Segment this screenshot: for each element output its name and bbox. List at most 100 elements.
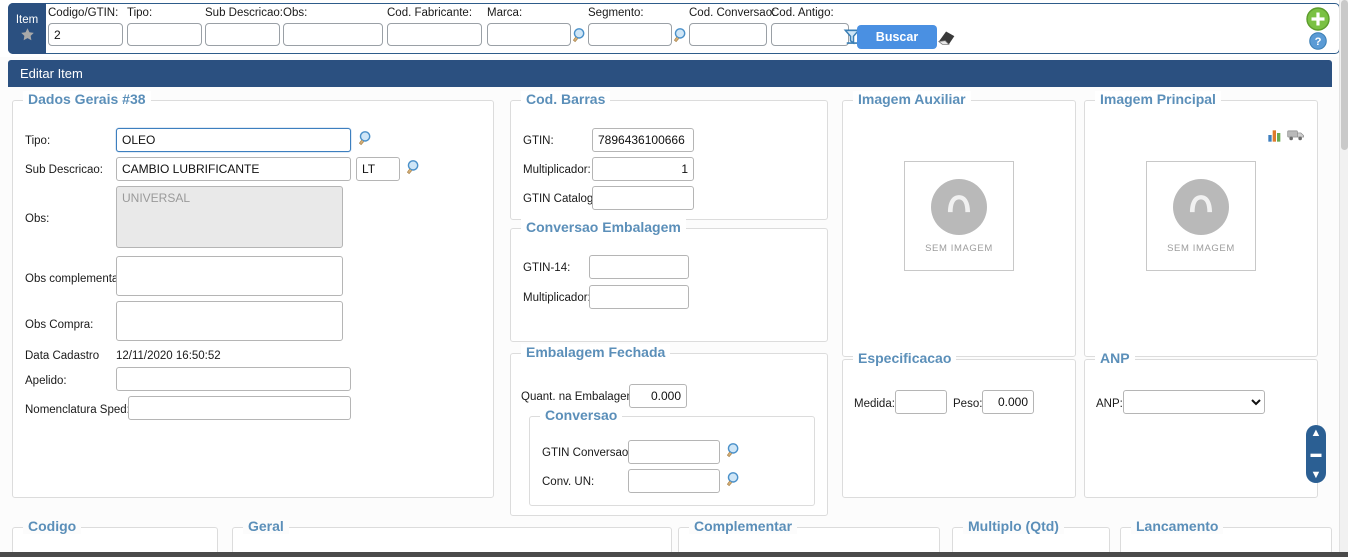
medida-input[interactable] bbox=[895, 390, 947, 414]
obs-textarea[interactable] bbox=[116, 186, 343, 248]
sub-descricao-label: Sub Descricao: bbox=[25, 164, 103, 176]
obs-compra-label: Obs Compra: bbox=[25, 319, 94, 331]
toolbar-field-cod-fabricante: Cod. Fabricante: bbox=[387, 6, 482, 46]
tipo-label: Tipo: bbox=[25, 135, 51, 147]
imagem-auxiliar-placeholder[interactable]: SEM IMAGEM bbox=[904, 161, 1014, 271]
toolbar-label-cod-fabricante: Cod. Fabricante: bbox=[387, 7, 473, 19]
tipo-search-icon[interactable] bbox=[358, 130, 375, 147]
conversao-embalagem-legend: Conversao Embalagem bbox=[521, 219, 686, 235]
cod-barras-panel: Cod. Barras GTIN: Multiplicador: GTIN Ca… bbox=[510, 91, 828, 220]
gtin-input[interactable] bbox=[592, 128, 694, 152]
truck-icon[interactable] bbox=[1287, 127, 1305, 143]
bottom-legend-multiplo: Multiplo (Qtd) bbox=[963, 518, 1064, 534]
item-tab-label: Item bbox=[15, 13, 39, 26]
obs-complementar-textarea[interactable] bbox=[116, 256, 343, 296]
no-image-caption: SEM IMAGEM bbox=[1167, 242, 1235, 254]
chevron-up-icon[interactable]: ▲ bbox=[1311, 428, 1322, 439]
toolbar-field-obs: Obs: bbox=[283, 6, 383, 46]
scroll-widget[interactable]: ▲ ▬ ▼ bbox=[1306, 425, 1326, 483]
help-question-icon[interactable]: ? bbox=[1309, 32, 1327, 50]
toolbar-label-cod-antigo: Cod. Antigo: bbox=[771, 7, 834, 19]
toolbar-field-tipo: Tipo: bbox=[127, 6, 202, 46]
bar-chart-icon[interactable] bbox=[1267, 127, 1283, 143]
toolbar-label-segmento: Segmento: bbox=[588, 7, 644, 19]
conversao-subpanel: Conversao GTIN Conversao: Conv. UN: bbox=[529, 407, 815, 506]
conv-un-input[interactable] bbox=[628, 469, 720, 493]
toolbar-input-sub-descricao[interactable] bbox=[205, 23, 280, 46]
bottom-legend-codigo: Codigo bbox=[23, 518, 82, 534]
imagem-principal-panel: Imagem Principal SEM IMAGEM bbox=[1084, 91, 1318, 357]
anp-label: ANP: bbox=[1096, 398, 1123, 410]
imagem-principal-placeholder[interactable]: SEM IMAGEM bbox=[1146, 161, 1256, 271]
sub-descricao-input[interactable] bbox=[116, 157, 351, 181]
conv-multiplicador-input[interactable] bbox=[589, 285, 689, 309]
anp-select[interactable] bbox=[1123, 390, 1265, 414]
toolbar-field-cod-conversao: Cod. Conversao: bbox=[689, 6, 775, 46]
anp-panel: ANP ANP: bbox=[1084, 350, 1318, 498]
toolbar-label-tipo: Tipo: bbox=[127, 7, 153, 19]
anp-legend: ANP bbox=[1095, 350, 1135, 366]
minus-icon[interactable]: ▬ bbox=[1311, 449, 1322, 460]
apelido-label: Apelido: bbox=[25, 375, 67, 387]
unidade-search-icon[interactable] bbox=[406, 159, 423, 176]
search-toolbar: Item Codigo/GTIN: Tipo: Sub Descricao: O… bbox=[0, 0, 1348, 57]
toolbar-input-cod-conversao[interactable] bbox=[689, 23, 767, 46]
gtin-conversao-search-icon[interactable] bbox=[726, 442, 743, 459]
cod-barras-legend: Cod. Barras bbox=[521, 91, 611, 107]
toolbar-label-obs: Obs: bbox=[283, 7, 308, 19]
segmento-search-icon[interactable] bbox=[673, 27, 690, 44]
item-tab[interactable]: Item bbox=[8, 3, 46, 54]
unidade-input[interactable] bbox=[356, 157, 400, 181]
toolbar-input-tipo[interactable] bbox=[127, 23, 202, 46]
tipo-input[interactable] bbox=[116, 128, 351, 152]
window-bottom-edge bbox=[0, 552, 1348, 557]
gtin14-input[interactable] bbox=[589, 255, 689, 279]
toolbar-input-codigo-gtin[interactable] bbox=[48, 23, 123, 46]
dados-gerais-panel: Dados Gerais #38 Tipo: Sub Descricao: Ob… bbox=[12, 91, 494, 498]
add-plus-icon[interactable] bbox=[1306, 7, 1330, 31]
item-edit-page: Item Codigo/GTIN: Tipo: Sub Descricao: O… bbox=[0, 0, 1348, 557]
conversao-embalagem-panel: Conversao Embalagem GTIN-14: Multiplicad… bbox=[510, 219, 828, 342]
conv-un-search-icon[interactable] bbox=[726, 471, 743, 488]
marca-search-icon[interactable] bbox=[572, 27, 589, 44]
star-icon bbox=[20, 27, 35, 44]
obs-compra-textarea[interactable] bbox=[116, 301, 343, 341]
toolbar-label-cod-conversao: Cod. Conversao: bbox=[689, 7, 776, 19]
quant-embalagem-input[interactable] bbox=[629, 384, 687, 408]
gtin14-label: GTIN-14: bbox=[523, 262, 571, 274]
gtin-catalogo-input[interactable] bbox=[592, 186, 694, 210]
toolbar-input-marca[interactable] bbox=[487, 23, 571, 46]
multiplicador-label: Multiplicador: bbox=[523, 164, 591, 176]
dados-gerais-legend: Dados Gerais #38 bbox=[23, 91, 151, 107]
page-scrollbar-thumb[interactable] bbox=[1341, 0, 1348, 150]
page-scrollbar[interactable] bbox=[1339, 0, 1348, 557]
gtin-conversao-label: GTIN Conversao: bbox=[542, 447, 632, 459]
multiplicador-input[interactable] bbox=[592, 157, 694, 181]
search-button[interactable]: Buscar bbox=[857, 25, 937, 49]
bottom-legend-complementar: Complementar bbox=[689, 518, 798, 534]
apelido-input[interactable] bbox=[116, 367, 351, 391]
toolbar-input-segmento[interactable] bbox=[588, 23, 672, 46]
gtin-conversao-input[interactable] bbox=[628, 440, 720, 464]
obs-complementar-label: Obs complementar: bbox=[25, 273, 126, 285]
svg-text:?: ? bbox=[1315, 36, 1322, 48]
toolbar-input-cod-antigo[interactable] bbox=[771, 23, 849, 46]
imagem-principal-legend: Imagem Principal bbox=[1095, 91, 1221, 107]
chevron-down-icon[interactable]: ▼ bbox=[1311, 470, 1322, 481]
toolbar-field-sub-descricao: Sub Descricao: bbox=[205, 6, 283, 46]
embalagem-fechada-panel: Embalagem Fechada Quant. na Embalagem: C… bbox=[510, 344, 828, 516]
toolbar-field-marca: Marca: bbox=[487, 6, 571, 46]
no-image-caption: SEM IMAGEM bbox=[925, 242, 993, 254]
nomenclatura-sped-input[interactable] bbox=[128, 396, 351, 420]
data-cadastro-value: 12/11/2020 16:50:52 bbox=[116, 350, 221, 362]
medida-label: Medida: bbox=[854, 398, 895, 410]
toolbar-input-cod-fabricante[interactable] bbox=[387, 23, 482, 46]
eraser-icon[interactable] bbox=[936, 26, 958, 48]
no-image-icon bbox=[931, 178, 987, 235]
toolbar-input-obs[interactable] bbox=[283, 23, 383, 46]
bottom-legend-lancamento: Lancamento bbox=[1131, 518, 1224, 534]
toolbar-label-sub-descricao: Sub Descricao: bbox=[205, 7, 283, 19]
peso-input[interactable] bbox=[982, 390, 1034, 414]
data-cadastro-label: Data Cadastro bbox=[25, 350, 100, 362]
conversao-legend: Conversao bbox=[540, 407, 623, 423]
